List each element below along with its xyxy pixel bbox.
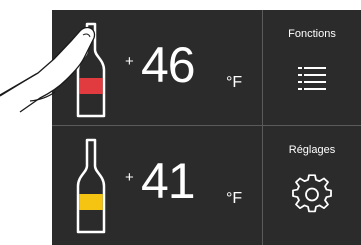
upper-temperature: 46 (141, 37, 196, 93)
lower-temp-unit: °F (226, 190, 243, 207)
settings-button[interactable]: Réglages (263, 126, 361, 241)
list-icon (298, 67, 326, 90)
lower-zone[interactable]: + 41 °F (52, 126, 262, 241)
functions-label: Fonctions (288, 28, 336, 40)
gear-icon (292, 174, 332, 213)
lower-temp-sign: + (125, 169, 134, 186)
upper-temp-unit: °F (226, 74, 243, 91)
hand-pointer-icon (0, 26, 96, 113)
settings-label: Réglages (288, 144, 336, 156)
white-wine-bottle-icon (76, 138, 106, 234)
upper-temp-sign: + (125, 53, 134, 70)
white-wine-fill (79, 194, 103, 210)
functions-button[interactable]: Fonctions (263, 10, 361, 125)
lower-temperature: 41 (141, 153, 196, 209)
